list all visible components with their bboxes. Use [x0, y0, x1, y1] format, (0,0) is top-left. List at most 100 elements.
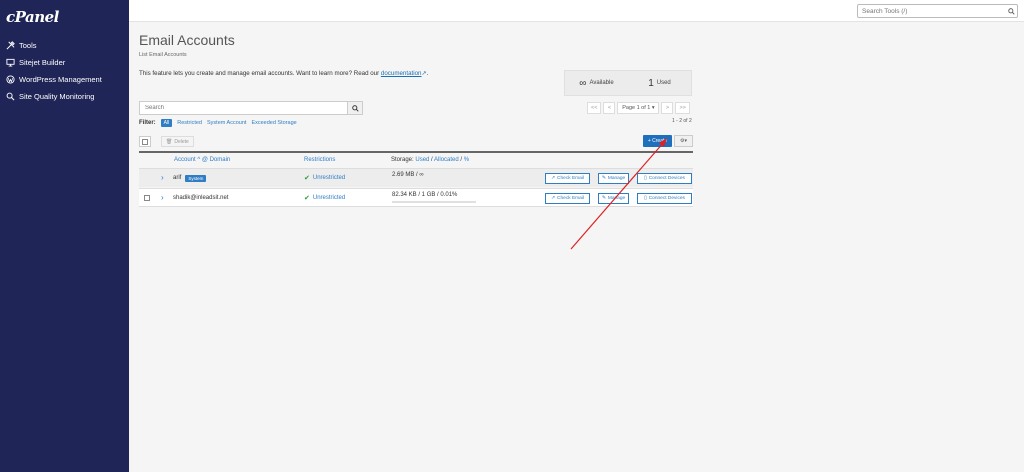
search-icon[interactable]: [1005, 5, 1017, 17]
checkmark-icon: ✔: [304, 175, 310, 182]
phone-icon: ▯: [644, 176, 647, 181]
page-select[interactable]: Page 1 of 1 ▾: [617, 102, 660, 114]
check-email-button[interactable]: ↗ Check Email: [545, 193, 590, 204]
account-stats: ∞ Available 1 Used: [564, 70, 692, 96]
first-page-button[interactable]: <<: [587, 102, 602, 114]
restriction-text[interactable]: Unrestricted: [313, 195, 345, 201]
phone-icon: ▯: [644, 196, 647, 201]
restriction-text[interactable]: Unrestricted: [313, 175, 345, 181]
page-description: This feature lets you create and manage …: [139, 70, 428, 77]
select-all-checkbox[interactable]: [139, 136, 151, 147]
row-checkbox[interactable]: [144, 194, 150, 201]
magnifier-icon: [5, 92, 15, 102]
wrench-icon: ✎: [601, 176, 606, 181]
check-email-label: Check Email: [557, 196, 584, 201]
infinity-symbol: ∞: [579, 77, 587, 89]
col-account[interactable]: Account ^ @ Domain: [174, 157, 230, 163]
sort-used[interactable]: Used: [415, 157, 429, 163]
restriction-cell: ✔ Unrestricted: [304, 194, 345, 202]
email-accounts-table: Account ^ @ Domain Restrictions Storage:…: [139, 151, 693, 207]
sort-allocated[interactable]: Allocated: [434, 157, 459, 163]
checkmark-icon: ✔: [304, 194, 310, 202]
monitor-icon: [5, 58, 15, 68]
cpanel-logo[interactable]: cPanel: [6, 8, 59, 26]
external-link-icon: ↗: [551, 176, 556, 181]
sidebar-item-label: Tools: [19, 41, 37, 50]
page-title: Email Accounts: [139, 32, 235, 48]
account-search-input[interactable]: [139, 101, 347, 115]
filter-all[interactable]: All: [160, 119, 173, 127]
table-row: › arif System ✔ Unrestricted 2.69 MB / ∞…: [139, 168, 693, 187]
checkbox-box: [142, 138, 148, 145]
settings-dropdown-button[interactable]: ⚙▾: [674, 135, 693, 147]
sidebar-item-sitejet[interactable]: Sitejet Builder: [0, 54, 129, 71]
table-header: Account ^ @ Domain Restrictions Storage:…: [139, 151, 693, 167]
check-email-button[interactable]: ↗ Check Email: [545, 173, 590, 184]
account-name: arif: [173, 175, 182, 181]
col-storage-prefix: Storage:: [391, 157, 416, 163]
stat-available-label: Available: [589, 80, 614, 86]
storage-usage-bar: [392, 201, 476, 203]
filter-restricted[interactable]: Restricted: [177, 120, 202, 126]
table-row: › shadik@inleadsit.net ✔ Unrestricted 82…: [139, 188, 693, 207]
filter-exceeded-storage[interactable]: Exceeded Storage: [251, 120, 296, 126]
manage-button[interactable]: ✎ Manage: [598, 173, 629, 184]
sidebar-item-label: Site Quality Monitoring: [19, 92, 95, 101]
sidebar-item-wordpress[interactable]: WordPress Management: [0, 71, 129, 88]
col-restrictions[interactable]: Restrictions: [304, 157, 335, 163]
documentation-link[interactable]: documentation: [381, 70, 422, 77]
prev-page-button[interactable]: <: [603, 102, 616, 114]
sidebar-item-label: Sitejet Builder: [19, 58, 66, 67]
sidebar: cPanel Tools Sitejet Builder WordPress M…: [0, 0, 129, 472]
table-toolbar: 🗑 Delete + Create ⚙▾: [139, 135, 693, 149]
account-name: shadik@inleadsit.net: [173, 194, 229, 201]
delete-button[interactable]: 🗑 Delete: [161, 136, 194, 147]
filter-bar: Filter: All Restricted System Account Ex…: [139, 119, 297, 127]
manage-label: Manage: [607, 196, 626, 201]
top-bar: [129, 0, 1024, 22]
description-end: .: [426, 70, 429, 77]
check-email-label: Check Email: [557, 176, 584, 181]
tool-search-input[interactable]: [858, 5, 1005, 17]
col-storage: Storage: Used / Allocated / %: [391, 157, 469, 163]
create-button[interactable]: + Create: [643, 135, 672, 147]
stat-used-count: 1: [648, 77, 654, 89]
manage-button[interactable]: ✎ Manage: [598, 193, 629, 204]
manage-label: Manage: [607, 176, 626, 181]
search-icon: [351, 104, 359, 112]
account-cell: shadik@inleadsit.net: [173, 195, 228, 201]
external-link-icon: ↗: [551, 196, 556, 201]
filter-label: Filter:: [139, 120, 156, 126]
next-page-button[interactable]: >: [661, 102, 674, 114]
sidebar-nav: Tools Sitejet Builder WordPress Manageme…: [0, 37, 129, 105]
sort-percent[interactable]: %: [464, 157, 469, 163]
result-count: 1 - 2 of 2: [672, 118, 692, 124]
expand-chevron-icon[interactable]: ›: [161, 173, 164, 182]
connect-devices-button[interactable]: ▯ Connect Devices: [637, 173, 692, 184]
sidebar-item-site-quality[interactable]: Site Quality Monitoring: [0, 88, 129, 105]
account-cell: arif System: [173, 174, 207, 182]
trash-icon: 🗑: [166, 138, 173, 145]
pagination: << < Page 1 of 1 ▾ > >>: [587, 102, 690, 114]
connect-devices-label: Connect Devices: [648, 176, 685, 181]
stat-used: 1 Used: [628, 78, 691, 89]
sidebar-item-label: WordPress Management: [19, 75, 102, 84]
sidebar-item-tools[interactable]: Tools: [0, 37, 129, 54]
wrench-icon: ✎: [601, 196, 606, 201]
filter-system-account[interactable]: System Account: [207, 120, 246, 126]
account-search: [139, 101, 363, 115]
tool-search: [857, 4, 1018, 18]
search-button[interactable]: [347, 101, 363, 115]
last-page-button[interactable]: >>: [675, 102, 690, 114]
storage-text: 2.69 MB / ∞: [392, 172, 424, 178]
page-subtitle: List Email Accounts: [139, 52, 187, 58]
stat-available: ∞ Available: [565, 78, 628, 89]
wordpress-icon: [5, 75, 15, 85]
storage-text: 82.34 KB / 1 GB / 0.01%: [392, 192, 458, 198]
expand-chevron-icon[interactable]: ›: [161, 193, 164, 202]
connect-devices-button[interactable]: ▯ Connect Devices: [637, 193, 692, 204]
description-text: This feature lets you create and manage …: [139, 70, 381, 77]
delete-label: Delete: [174, 138, 189, 145]
restriction-cell: ✔ Unrestricted: [304, 174, 345, 182]
connect-devices-label: Connect Devices: [648, 196, 685, 201]
